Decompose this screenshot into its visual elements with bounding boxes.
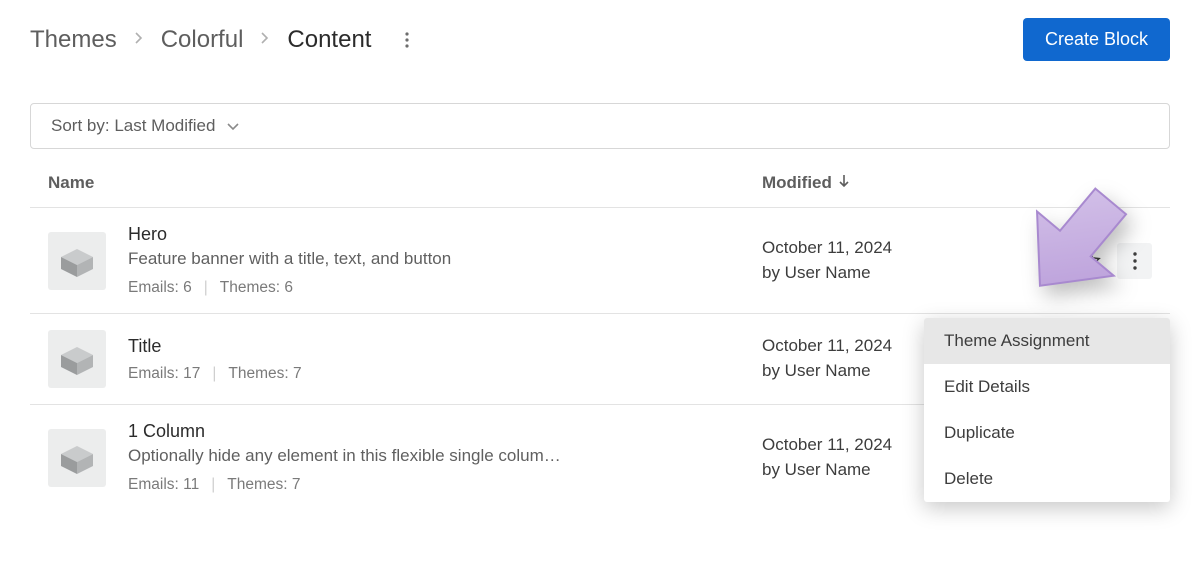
star-outline-icon[interactable] <box>1072 243 1107 279</box>
sort-dropdown[interactable]: Sort by: Last Modified <box>30 103 1170 149</box>
row-title: 1 Column <box>128 421 752 442</box>
table-header: Name Modified <box>30 149 1170 208</box>
chevron-right-icon <box>135 31 143 48</box>
block-thumb-icon <box>48 330 106 388</box>
more-vertical-icon[interactable] <box>397 27 417 53</box>
breadcrumb-themes[interactable]: Themes <box>30 26 117 54</box>
breadcrumb-colorful[interactable]: Colorful <box>161 26 244 54</box>
row-description: Feature banner with a title, text, and b… <box>128 249 752 269</box>
column-modified-label: Modified <box>762 173 832 193</box>
table-row[interactable]: Hero Feature banner with a title, text, … <box>30 208 1170 314</box>
chevron-down-icon <box>227 118 239 134</box>
block-thumb-icon <box>48 429 106 487</box>
menu-theme-assignment[interactable]: Theme Assignment <box>924 318 1170 364</box>
row-title: Hero <box>128 224 752 245</box>
breadcrumbs: Themes Colorful Content <box>30 26 417 54</box>
breadcrumb-content: Content <box>287 26 371 54</box>
row-description: Optionally hide any element in this flex… <box>128 446 752 466</box>
column-name[interactable]: Name <box>48 173 762 193</box>
create-block-button[interactable]: Create Block <box>1023 18 1170 61</box>
chevron-right-icon <box>261 31 269 48</box>
row-meta: Emails: 17 | Themes: 7 <box>128 365 752 383</box>
row-meta: Emails: 11 | Themes: 7 <box>128 476 752 494</box>
sort-label: Sort by: Last Modified <box>51 116 215 136</box>
row-title: Title <box>128 336 752 357</box>
row-more-button[interactable] <box>1117 243 1152 279</box>
menu-edit-details[interactable]: Edit Details <box>924 364 1170 410</box>
menu-delete[interactable]: Delete <box>924 456 1170 502</box>
row-meta: Emails: 6 | Themes: 6 <box>128 279 752 297</box>
row-context-menu: Theme Assignment Edit Details Duplicate … <box>924 318 1170 502</box>
menu-duplicate[interactable]: Duplicate <box>924 410 1170 456</box>
row-modified: October 11, 2024 by User Name <box>762 236 1072 285</box>
block-thumb-icon <box>48 232 106 290</box>
column-modified[interactable]: Modified <box>762 173 1072 193</box>
arrow-down-icon <box>838 174 850 192</box>
